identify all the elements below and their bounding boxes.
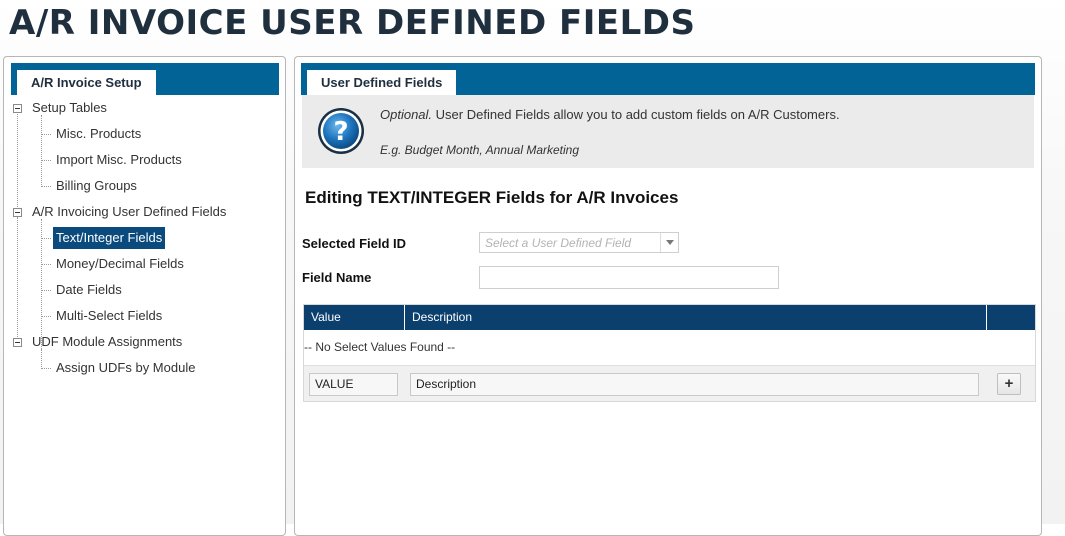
tree-node-label[interactable]: Assign UDFs by Module	[53, 358, 198, 378]
section-heading: Editing TEXT/INTEGER Fields for A/R Invo…	[305, 188, 679, 207]
tree-node-label[interactable]: Money/Decimal Fields	[53, 254, 187, 274]
tree-connector	[42, 186, 51, 187]
chevron-down-icon[interactable]	[660, 233, 678, 252]
add-value-button[interactable]: +	[997, 373, 1021, 395]
field-id-select[interactable]: Select a User Defined Field	[479, 232, 679, 253]
column-header-description: Description	[405, 305, 987, 330]
collapse-icon[interactable]	[13, 338, 22, 347]
tab-ar-invoice-setup[interactable]: A/R Invoice Setup	[17, 70, 156, 95]
tree-connector	[42, 238, 51, 239]
tree-connector	[42, 160, 51, 161]
svg-text:?: ?	[333, 117, 348, 147]
tree-node-label[interactable]: UDF Module Assignments	[29, 332, 185, 352]
column-header-value: Value	[304, 305, 405, 330]
tab-user-defined-fields[interactable]: User Defined Fields	[307, 70, 457, 95]
tree-node-date-fields[interactable]: Date Fields	[11, 280, 271, 302]
select-values-grid: Value Description -- No Select Values Fo…	[303, 304, 1036, 402]
field-id-label: Selected Field ID	[302, 236, 407, 251]
tree-node-label[interactable]: A/R Invoicing User Defined Fields	[29, 202, 229, 222]
tree-connector	[42, 264, 51, 265]
tree-node-label[interactable]: Date Fields	[53, 280, 125, 300]
tree-node-assign-udfs-by-module[interactable]: Assign UDFs by Module	[11, 358, 271, 380]
tree-node-label[interactable]: Multi-Select Fields	[53, 306, 165, 326]
tree-connector	[42, 368, 51, 369]
tree-node-udf-module-assignments[interactable]: UDF Module Assignments	[11, 332, 271, 354]
field-name-label: Field Name	[302, 270, 372, 285]
info-banner: ? Optional. User Defined Fields allow yo…	[302, 95, 1034, 168]
setup-nav-panel: A/R Invoice Setup Setup Tables Misc. Pro…	[3, 56, 286, 536]
grid-header: Value Description	[304, 305, 1035, 330]
udf-editor-panel: User Defined Fields ? Optional. User Def…	[294, 56, 1042, 536]
tree-connector	[42, 134, 51, 135]
tree-node-text-integer-fields[interactable]: Text/Integer Fields	[11, 227, 271, 250]
new-value-input[interactable]: VALUE	[309, 373, 398, 396]
optional-label: Optional.	[380, 107, 433, 122]
collapse-icon[interactable]	[13, 104, 22, 113]
collapse-icon[interactable]	[13, 208, 22, 217]
tree-node-label[interactable]: Billing Groups	[53, 176, 140, 196]
tree-node-billing-groups[interactable]: Billing Groups	[11, 176, 271, 198]
info-text: User Defined Fields allow you to add cus…	[432, 107, 840, 122]
tree-node-multi-select-fields[interactable]: Multi-Select Fields	[11, 306, 271, 328]
tree-node-label[interactable]: Import Misc. Products	[53, 150, 185, 170]
tree-node-ar-invoicing-udf[interactable]: A/R Invoicing User Defined Fields	[11, 202, 279, 224]
grid-entry-row: VALUE Description +	[304, 365, 1035, 401]
tree-node-label[interactable]: Setup Tables	[29, 98, 110, 118]
tree-node-label-selected[interactable]: Text/Integer Fields	[53, 227, 166, 249]
grid-empty-message: -- No Select Values Found --	[304, 340, 456, 354]
info-example: E.g. Budget Month, Annual Marketing	[380, 143, 580, 157]
tree-node-setup-tables[interactable]: Setup Tables	[11, 98, 271, 120]
tree-node-money-decimal-fields[interactable]: Money/Decimal Fields	[11, 254, 271, 276]
page-title: A/R INVOICE USER DEFINED FIELDS	[9, 3, 696, 43]
new-description-input[interactable]: Description	[410, 373, 979, 396]
tree-node-label[interactable]: Misc. Products	[53, 124, 144, 144]
tree-node-import-misc-products[interactable]: Import Misc. Products	[11, 150, 271, 172]
tree-connector	[42, 290, 51, 291]
tree-connector	[42, 316, 51, 317]
right-tab-bar: User Defined Fields	[301, 63, 1035, 95]
left-tab-bar: A/R Invoice Setup	[11, 63, 279, 95]
column-header-actions	[987, 305, 1035, 330]
question-mark-icon: ?	[318, 108, 364, 154]
tree-node-misc-products[interactable]: Misc. Products	[11, 124, 271, 146]
field-name-input[interactable]	[479, 266, 779, 289]
field-id-placeholder: Select a User Defined Field	[485, 236, 632, 250]
info-message: Optional. User Defined Fields allow you …	[380, 107, 840, 122]
